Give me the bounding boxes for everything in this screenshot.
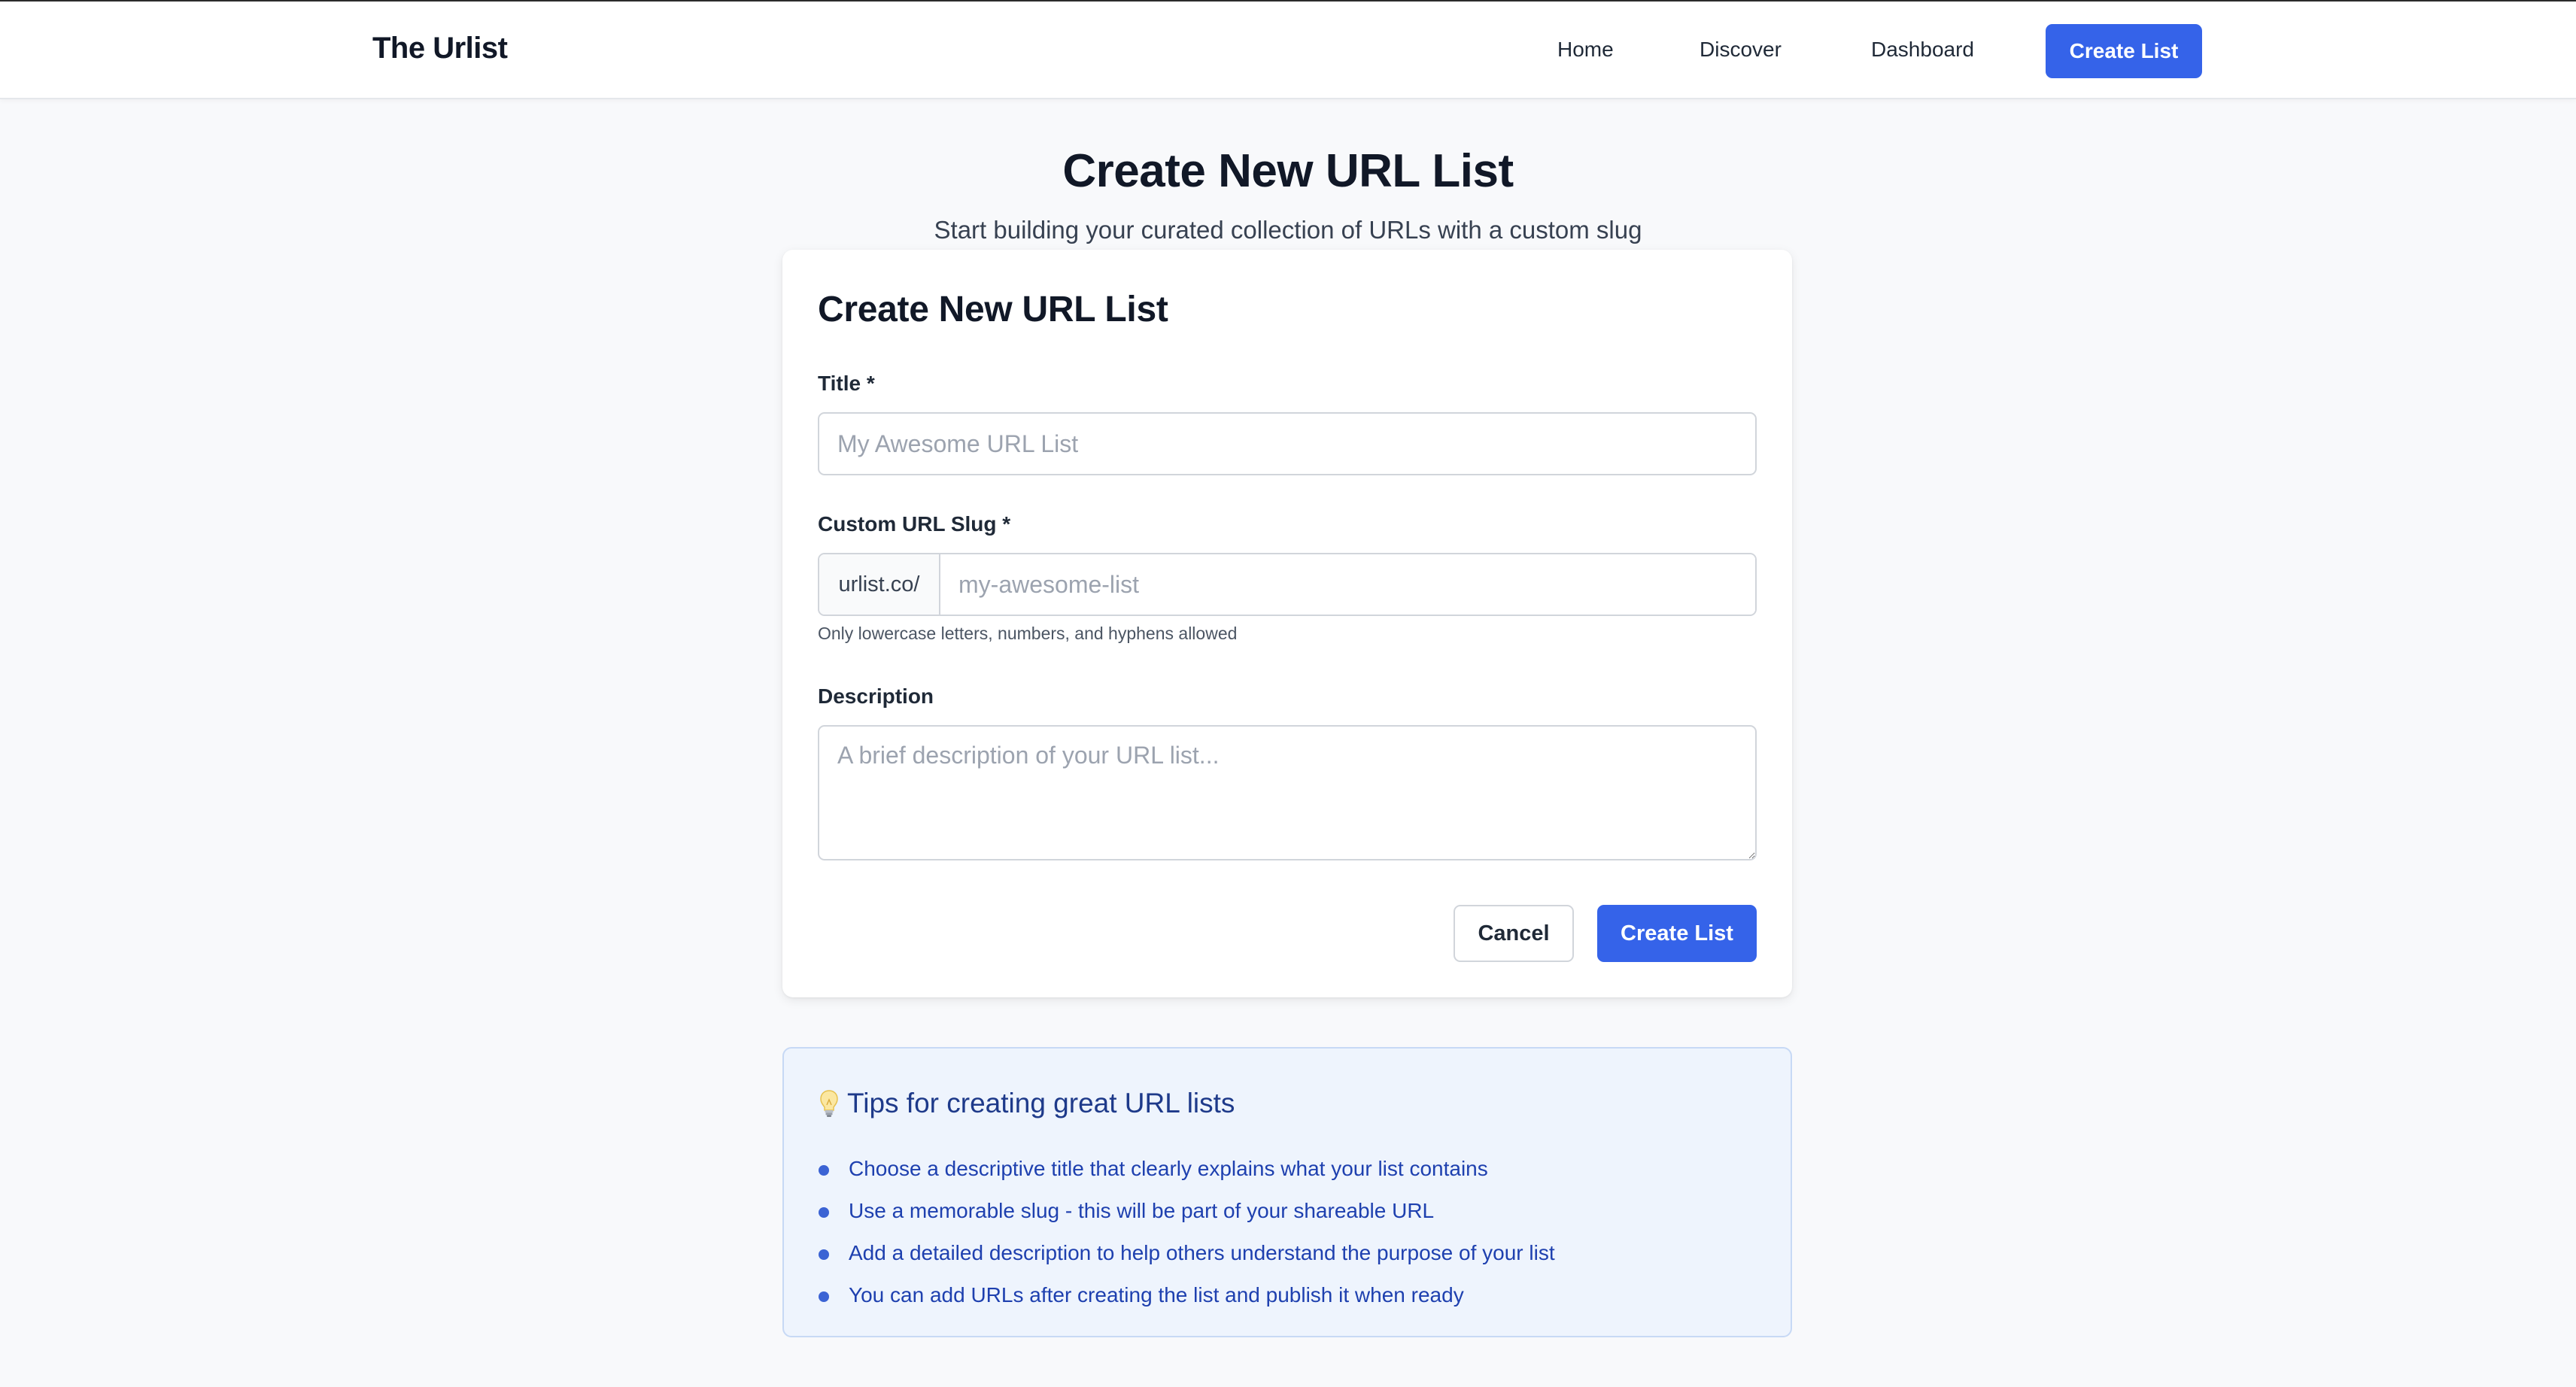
slug-label: Custom URL Slug *: [818, 512, 1011, 536]
title-input[interactable]: [818, 412, 1757, 475]
form-title: Create New URL List: [818, 290, 1168, 329]
slug-input-group: urlist.co/: [818, 553, 1757, 616]
page-subtitle: Start building your curated collection o…: [934, 216, 1642, 244]
lightbulb-icon: [820, 1090, 838, 1117]
slug-prefix: urlist.co/: [819, 554, 940, 615]
tip-item: Add a detailed description to help other…: [819, 1232, 1555, 1274]
tip-text: Choose a descriptive title that clearly …: [849, 1157, 1488, 1180]
tip-text: You can add URLs after creating the list…: [849, 1283, 1464, 1307]
tip-item: You can add URLs after creating the list…: [819, 1274, 1555, 1316]
tips-title: Tips for creating great URL lists: [847, 1088, 1235, 1118]
tips-panel: Tips for creating great URL lists Choose…: [782, 1047, 1792, 1337]
slug-input[interactable]: [940, 554, 1755, 615]
bullet-dot-icon: [819, 1291, 829, 1302]
title-label: Title *: [818, 372, 875, 395]
tip-text: Add a detailed description to help other…: [849, 1241, 1555, 1264]
bullet-dot-icon: [819, 1165, 829, 1176]
tip-item: Use a memorable slug - this will be part…: [819, 1190, 1555, 1232]
tip-text: Use a memorable slug - this will be part…: [849, 1199, 1435, 1222]
nav-create-list-button[interactable]: Create List: [2046, 24, 2202, 78]
page-title: Create New URL List: [1062, 145, 1514, 197]
nav-link-dashboard[interactable]: Dashboard: [1871, 38, 1974, 62]
tips-list: Choose a descriptive title that clearly …: [819, 1148, 1555, 1316]
slug-helper-text: Only lowercase letters, numbers, and hyp…: [818, 624, 1238, 643]
bullet-dot-icon: [819, 1207, 829, 1218]
nav-link-home[interactable]: Home: [1557, 38, 1614, 62]
create-list-button[interactable]: Create List: [1597, 905, 1757, 962]
description-textarea[interactable]: [818, 725, 1757, 860]
bullet-dot-icon: [819, 1249, 829, 1260]
cancel-button[interactable]: Cancel: [1454, 905, 1574, 962]
nav-link-discover[interactable]: Discover: [1700, 38, 1782, 62]
top-navbar: The Urlist Home Discover Dashboard Creat…: [0, 0, 2576, 99]
create-list-form-card: Create New URL List Title * Custom URL S…: [782, 250, 1792, 997]
tip-item: Choose a descriptive title that clearly …: [819, 1148, 1555, 1190]
brand-logo-text[interactable]: The Urlist: [372, 32, 508, 65]
description-label: Description: [818, 684, 934, 708]
tips-header: Tips for creating great URL lists: [819, 1088, 1235, 1119]
